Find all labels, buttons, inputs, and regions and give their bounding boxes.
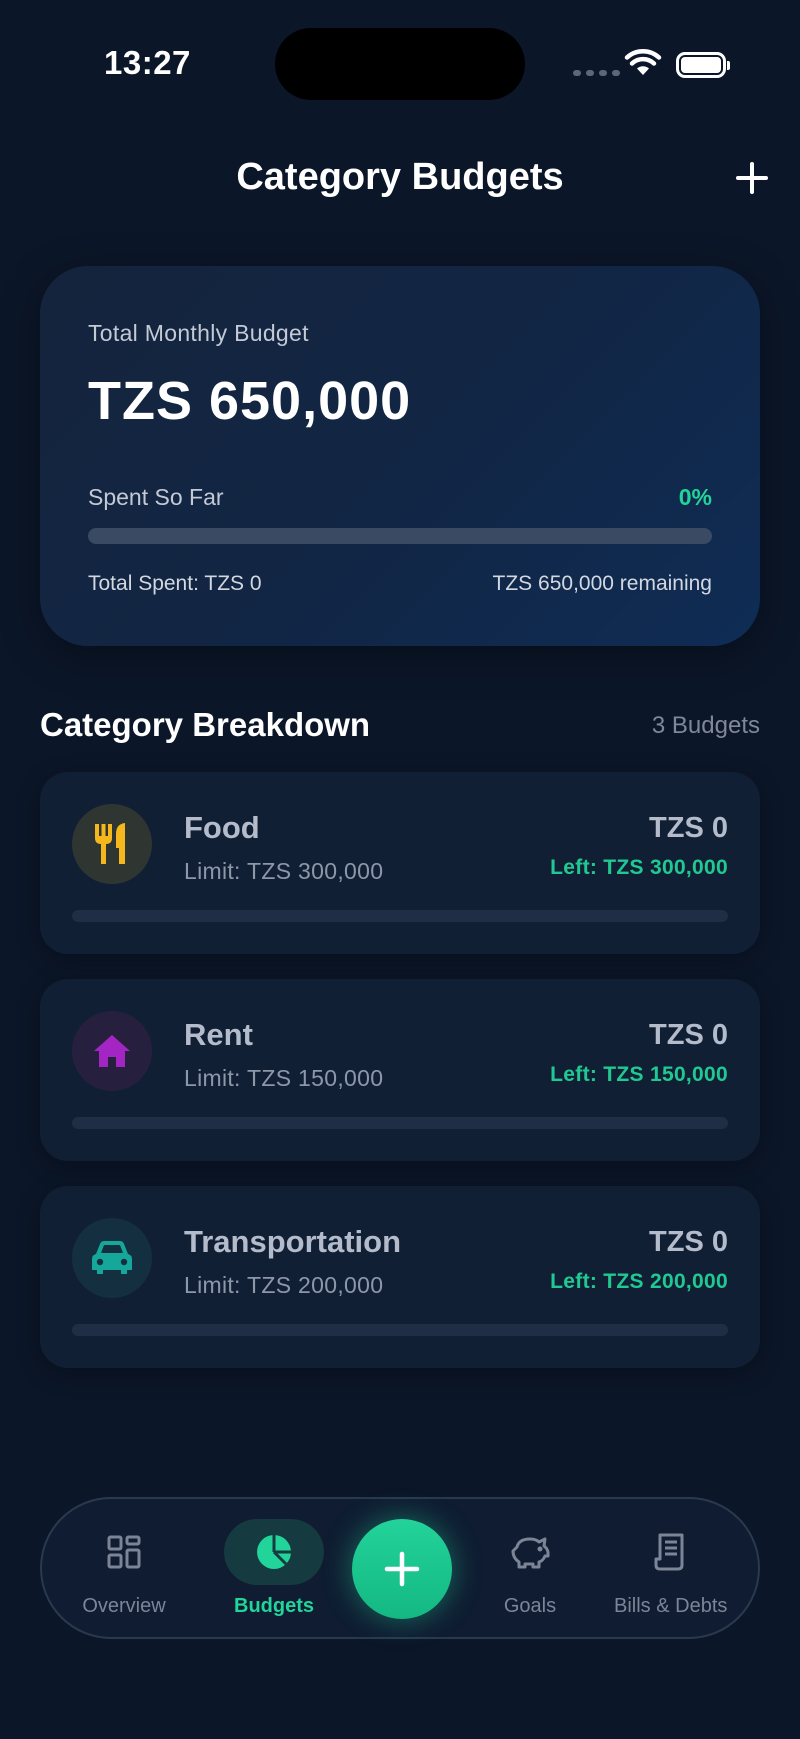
category-limit: Limit: TZS 150,000 [184, 1065, 384, 1091]
total-budget-card: Total Monthly Budget TZS 650,000 Spent S… [40, 266, 760, 646]
category-spent: TZS 0 [649, 1226, 728, 1258]
budget-remaining: TZS 650,000 remaining [492, 572, 712, 595]
category-card-transportation[interactable]: Transportation Limit: TZS 200,000 TZS 0 … [40, 1186, 760, 1368]
plus-icon [384, 1551, 420, 1587]
dynamic-island [275, 28, 525, 100]
category-card-rent[interactable]: Rent Limit: TZS 150,000 TZS 0 Left: TZS … [40, 979, 760, 1161]
battery-icon [676, 52, 730, 78]
category-card-food[interactable]: Food Limit: TZS 300,000 TZS 0 Left: TZS … [40, 772, 760, 954]
category-left: Left: TZS 150,000 [550, 1063, 728, 1086]
total-budget-label: Total Monthly Budget [88, 320, 309, 346]
total-spent: Total Spent: TZS 0 [88, 572, 262, 595]
nav-label: Bills & Debts [614, 1595, 728, 1617]
house-icon [94, 1035, 130, 1067]
piggy-bank-icon [511, 1537, 550, 1569]
receipt-icon [654, 1533, 684, 1571]
add-budget-button[interactable] [734, 160, 770, 196]
category-progress-bar [72, 910, 728, 922]
spent-percent: 0% [678, 484, 712, 510]
total-budget-amount: TZS 650,000 [88, 371, 412, 431]
total-progress-bar [88, 528, 712, 544]
nav-budgets[interactable]: Budgets [224, 1519, 324, 1618]
grid-icon [107, 1535, 141, 1569]
fork-knife-icon [95, 823, 125, 864]
category-left: Left: TZS 200,000 [550, 1270, 728, 1293]
rent-icon-badge [72, 1011, 152, 1091]
category-limit: Limit: TZS 300,000 [184, 858, 384, 884]
wifi-icon [624, 49, 662, 75]
nav-label: Overview [82, 1595, 166, 1617]
category-limit: Limit: TZS 200,000 [184, 1272, 384, 1298]
category-name: Food [184, 810, 260, 845]
spent-so-far-label: Spent So Far [88, 484, 224, 510]
transportation-icon-badge [72, 1218, 152, 1298]
cellular-signal-icon [573, 70, 620, 76]
status-time: 13:27 [104, 44, 191, 81]
nav-label: Goals [503, 1595, 557, 1617]
car-icon [92, 1241, 132, 1274]
category-progress-bar [72, 1117, 728, 1129]
category-name: Rent [184, 1017, 253, 1052]
category-progress-bar [72, 1324, 728, 1336]
food-icon-badge [72, 804, 152, 884]
nav-bills-debts[interactable]: Bills & Debts [614, 1519, 727, 1618]
category-name: Transportation [184, 1224, 402, 1259]
category-left: Left: TZS 300,000 [550, 856, 728, 879]
budget-count: 3 Budgets [651, 712, 760, 739]
bottom-navigation: Overview Budgets Goals Bills & Debts [40, 1497, 760, 1639]
section-title: Category Breakdown [40, 706, 371, 743]
category-spent: TZS 0 [649, 1019, 728, 1051]
page-title: Category Budgets [236, 156, 564, 198]
pie-chart-icon [257, 1533, 293, 1569]
nav-overview[interactable]: Overview [74, 1519, 174, 1618]
category-spent: TZS 0 [649, 812, 728, 844]
add-transaction-button[interactable] [352, 1519, 452, 1619]
screen: 13:27 Category Budgets Total Monthly Bud… [0, 0, 800, 1739]
nav-goals[interactable]: Goals [480, 1519, 580, 1618]
nav-label: Budgets [234, 1595, 314, 1617]
